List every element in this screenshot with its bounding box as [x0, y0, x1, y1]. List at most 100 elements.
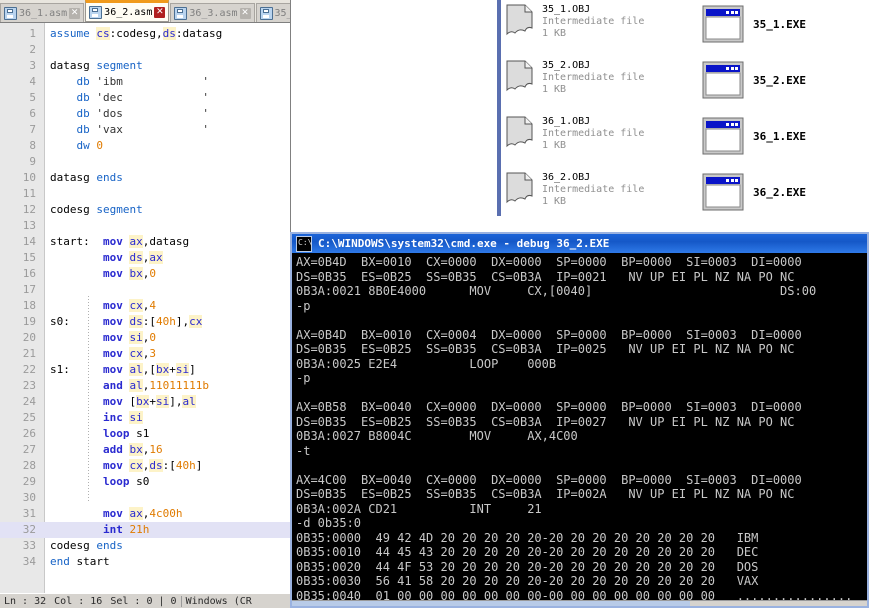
- code-line: 29 loop s0: [0, 474, 290, 490]
- editor-tab-label: 35_2.asm: [274, 7, 290, 19]
- editor-tab-label: 36_2.asm: [104, 6, 153, 18]
- line-number: 2: [29, 43, 36, 56]
- code-line: 1 assume cs:codesg,ds:datasg: [0, 26, 290, 42]
- line-text: loop s0: [102, 475, 150, 488]
- line-number: 17: [22, 283, 36, 296]
- obj-file-name: 35_1.OBJ: [542, 4, 591, 15]
- line-number: 29: [22, 475, 36, 488]
- code-line: 7 db 'vax ': [0, 122, 290, 138]
- save-disk-icon: [259, 6, 273, 20]
- exe-file-icon: [701, 116, 745, 156]
- exe-file-entry[interactable]: 35_2.EXE: [701, 60, 806, 100]
- code-line: 3 datasg segment: [0, 58, 290, 74]
- line-text: dw 0: [76, 139, 104, 152]
- line-text: and al,11011111b: [102, 379, 209, 392]
- exe-file-icon: [701, 172, 745, 212]
- close-icon[interactable]: ✕: [69, 7, 81, 19]
- line-number: 12: [22, 203, 36, 216]
- code-line: 4 db 'ibm ': [0, 74, 290, 90]
- obj-file-icon: [505, 60, 535, 94]
- list-item[interactable]: 35_2.OBJ Intermediate file 1 KB 35_2.EXE: [501, 56, 869, 110]
- file-explorer-panel[interactable]: 35_1.OBJ Intermediate file 1 KB 35_1.EXE: [497, 0, 869, 216]
- exe-file-icon: [701, 4, 745, 44]
- save-disk-icon: [89, 5, 103, 19]
- obj-file-desc: Intermediate file: [542, 72, 645, 83]
- list-item[interactable]: 36_1.OBJ Intermediate file 1 KB 36_1.EXE: [501, 112, 869, 166]
- obj-file-entry[interactable]: 35_2.OBJ Intermediate file 1 KB: [505, 60, 705, 96]
- editor-tab-label: 36_3.asm: [189, 7, 238, 19]
- line-number: 34: [22, 555, 36, 568]
- line-text: mov [bx+si],al: [102, 395, 196, 408]
- code-line: 11: [0, 186, 290, 202]
- line-number: 3: [29, 59, 36, 72]
- editor-tab-36_3[interactable]: 36_3.asm ✕: [170, 3, 255, 22]
- code-text-area[interactable]: 1 assume cs:codesg,ds:datasg 2 3 datasg segm…: [0, 22, 290, 594]
- exe-file-name: 35_2.EXE: [753, 73, 806, 87]
- scrollbar-thumb[interactable]: [292, 601, 690, 606]
- obj-file-text: 36_1.OBJ Intermediate file 1 KB: [542, 116, 644, 152]
- obj-file-entry[interactable]: 36_2.OBJ Intermediate file 1 KB: [505, 172, 705, 208]
- save-disk-icon: [174, 6, 188, 20]
- line-number: 7: [29, 123, 36, 136]
- code-line: 27 add bx,16: [0, 442, 290, 458]
- obj-file-entry[interactable]: 36_1.OBJ Intermediate file 1 KB: [505, 116, 705, 152]
- obj-file-entry[interactable]: 35_1.OBJ Intermediate file 1 KB: [505, 4, 705, 40]
- exe-file-entry[interactable]: 36_1.EXE: [701, 116, 806, 156]
- exe-file-name: 35_1.EXE: [753, 17, 806, 31]
- line-number: 21: [22, 347, 36, 360]
- status-line-ending: Windows (CR: [185, 595, 252, 607]
- line-text: assume cs:codesg,ds:datasg: [50, 27, 223, 40]
- obj-file-icon: [505, 4, 535, 38]
- editor-tab-36_1[interactable]: 36_1.asm ✕: [0, 3, 85, 22]
- line-text: codesg segment: [50, 203, 143, 216]
- line-number: 19: [22, 315, 36, 328]
- line-number: 27: [22, 443, 36, 456]
- close-icon[interactable]: ✕: [239, 7, 251, 19]
- line-number: 6: [29, 107, 36, 120]
- code-line: 6 db 'dos ': [0, 106, 290, 122]
- line-number: 28: [22, 459, 36, 472]
- code-line: 23 and al,11011111b: [0, 378, 290, 394]
- list-item[interactable]: 35_1.OBJ Intermediate file 1 KB 35_1.EXE: [501, 0, 869, 54]
- line-text: int 21h: [102, 523, 150, 536]
- line-text: end start: [50, 555, 110, 568]
- line-text: db 'dec ': [76, 91, 209, 104]
- status-line-number: Ln : 32: [4, 595, 47, 607]
- line-text: s1: mov al,[bx+si]: [50, 363, 196, 376]
- obj-file-name: 36_2.OBJ: [542, 172, 591, 183]
- line-text: start: mov ax,datasg: [50, 235, 190, 248]
- close-icon[interactable]: ✕: [154, 6, 166, 18]
- cmd-title-text: C:\WINDOWS\system32\cmd.exe - debug 36_2…: [318, 237, 610, 250]
- code-line: 17: [0, 282, 290, 298]
- horizontal-scrollbar[interactable]: [292, 600, 867, 606]
- code-line: 9: [0, 154, 290, 170]
- cmd-title-bar[interactable]: C:\ C:\WINDOWS\system32\cmd.exe - debug …: [292, 234, 867, 253]
- line-text: db 'dos ': [76, 107, 209, 120]
- exe-file-entry[interactable]: 36_2.EXE: [701, 172, 806, 212]
- line-number: 15: [22, 251, 36, 264]
- exe-file-name: 36_2.EXE: [753, 185, 806, 199]
- code-line: 22 s1: mov al,[bx+si]: [0, 362, 290, 378]
- line-text: datasg segment: [50, 59, 143, 72]
- line-text: mov bx,0: [102, 267, 156, 280]
- line-text: mov cx,4: [102, 299, 156, 312]
- exe-file-entry[interactable]: 35_1.EXE: [701, 4, 806, 44]
- cmd-console-output[interactable]: AX=0B4D BX=0010 CX=0000 DX=0000 SP=0000 …: [294, 255, 867, 604]
- code-line: 31 mov ax,4c00h: [0, 506, 290, 522]
- code-line: 2: [0, 42, 290, 58]
- line-number: 22: [22, 363, 36, 376]
- cmd-debug-window[interactable]: C:\ C:\WINDOWS\system32\cmd.exe - debug …: [290, 232, 869, 608]
- editor-status-bar: Ln : 32 Col : 16 Sel : 0 | 0 Windows (CR: [0, 593, 290, 608]
- line-text: codesg ends: [50, 539, 123, 552]
- save-disk-icon: [4, 6, 17, 20]
- line-number: 11: [22, 187, 36, 200]
- code-line: 12 codesg segment: [0, 202, 290, 218]
- list-item[interactable]: 36_2.OBJ Intermediate file 1 KB 36_2.EXE: [501, 168, 869, 216]
- line-text: mov ax,4c00h: [102, 507, 183, 520]
- editor-tab-35_2[interactable]: 35_2.asm ✕: [255, 3, 290, 22]
- code-line: 14 start: mov ax,datasg: [0, 234, 290, 250]
- obj-file-desc: Intermediate file: [542, 16, 645, 27]
- editor-tab-36_2[interactable]: 36_2.asm ✕: [85, 0, 170, 22]
- obj-file-size: 1 KB: [542, 196, 567, 207]
- line-number: 25: [22, 411, 36, 424]
